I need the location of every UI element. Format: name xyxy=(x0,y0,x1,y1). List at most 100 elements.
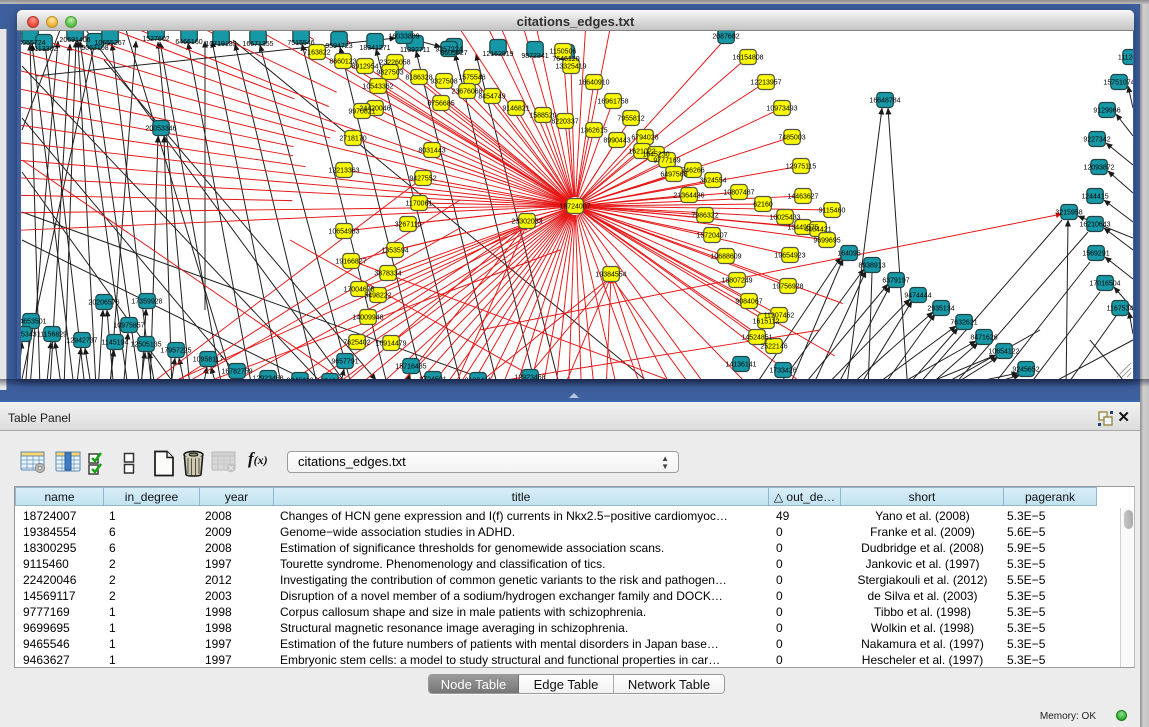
svg-text:17957225: 17957225 xyxy=(160,348,191,355)
svg-text:9872341: 9872341 xyxy=(521,53,548,60)
svg-text:1575546: 1575546 xyxy=(458,75,485,82)
svg-text:8031443: 8031443 xyxy=(418,148,445,155)
svg-text:12942737: 12942737 xyxy=(66,338,97,345)
svg-text:8220337: 8220337 xyxy=(551,119,578,126)
svg-text:10807487: 10807487 xyxy=(723,190,754,197)
svg-text:6756685: 6756685 xyxy=(427,101,454,108)
svg-text:15751074: 15751074 xyxy=(1103,80,1133,87)
svg-text:16648784: 16648784 xyxy=(869,98,900,105)
svg-text:10654122: 10654122 xyxy=(988,349,1019,356)
svg-text:18724007: 18724007 xyxy=(559,204,590,211)
svg-text:10719185: 10719185 xyxy=(205,41,236,48)
svg-text:17359928: 17359928 xyxy=(131,299,162,306)
svg-text:1145194: 1145194 xyxy=(102,340,129,347)
svg-text:7485003: 7485003 xyxy=(778,135,805,142)
svg-text:8938913: 8938913 xyxy=(858,263,885,270)
svg-text:7955812: 7955812 xyxy=(617,116,644,123)
svg-text:9777169: 9777169 xyxy=(653,158,680,165)
svg-text:16210643: 16210643 xyxy=(1079,222,1110,229)
svg-text:2113302: 2113302 xyxy=(31,46,58,53)
svg-text:8186328: 8186328 xyxy=(405,75,432,82)
svg-text:12975115: 12975115 xyxy=(786,164,817,171)
svg-text:7646120: 7646120 xyxy=(552,56,579,63)
svg-text:10654983: 10654983 xyxy=(328,229,359,236)
svg-text:10543362: 10543362 xyxy=(362,84,393,91)
svg-text:1353594: 1353594 xyxy=(381,248,408,255)
svg-text:9245652: 9245652 xyxy=(1012,367,1039,374)
svg-text:16961758: 16961758 xyxy=(597,99,628,106)
svg-text:8454749: 8454749 xyxy=(478,94,505,101)
svg-text:16671355: 16671355 xyxy=(242,41,273,48)
svg-text:16782759: 16782759 xyxy=(221,369,252,376)
svg-text:9227342: 9227342 xyxy=(1083,137,1110,144)
svg-text:9970821: 9970821 xyxy=(348,109,375,116)
svg-text:10975857: 10975857 xyxy=(113,323,144,330)
svg-text:14524851: 14524851 xyxy=(741,335,772,342)
svg-text:18807249: 18807249 xyxy=(721,278,752,285)
svg-text:6379197: 6379197 xyxy=(882,278,909,285)
svg-text:1615112: 1615112 xyxy=(753,319,780,326)
svg-text:9084067: 9084067 xyxy=(735,299,762,306)
svg-text:5498222: 5498222 xyxy=(364,293,391,300)
svg-text:1569291: 1569291 xyxy=(1082,251,1109,258)
svg-text:3624554: 3624554 xyxy=(699,178,726,185)
svg-text:20691406: 20691406 xyxy=(59,37,90,44)
svg-text:8912954: 8912954 xyxy=(351,64,378,71)
svg-text:7632621: 7632621 xyxy=(950,320,977,327)
svg-text:1150506: 1150506 xyxy=(550,49,577,56)
svg-text:2718170: 2718170 xyxy=(339,136,366,143)
svg-text:9357224: 9357224 xyxy=(435,47,462,54)
svg-text:19384554: 19384554 xyxy=(595,272,626,279)
svg-text:6466160: 6466160 xyxy=(175,39,202,46)
svg-text:19654923: 19654923 xyxy=(774,253,805,260)
svg-text:6497568: 6497568 xyxy=(660,172,687,179)
svg-text:10025433: 10025433 xyxy=(769,215,800,222)
svg-text:1112042: 1112042 xyxy=(1118,55,1133,62)
svg-text:6794028: 6794028 xyxy=(631,135,658,142)
svg-text:9146821: 9146821 xyxy=(502,106,529,113)
svg-text:1362615: 1362615 xyxy=(580,128,607,135)
svg-text:14653501: 14653501 xyxy=(21,319,47,326)
svg-text:23302033: 23302033 xyxy=(511,219,542,226)
svg-text:12213957: 12213957 xyxy=(750,80,781,87)
svg-text:16914479: 16914479 xyxy=(375,341,406,348)
svg-text:9427552: 9427552 xyxy=(409,176,436,183)
svg-text:8471626: 8471626 xyxy=(970,335,997,342)
svg-text:10688609: 10688609 xyxy=(710,254,741,261)
svg-text:21364436: 21364436 xyxy=(673,193,704,200)
svg-text:7986322: 7986322 xyxy=(691,213,718,220)
svg-text:18341271: 18341271 xyxy=(359,45,390,52)
svg-text:16154808: 16154808 xyxy=(732,55,763,62)
svg-text:15716485: 15716485 xyxy=(395,364,426,371)
svg-text:19166827: 19166827 xyxy=(335,259,366,266)
svg-text:14136141: 14136141 xyxy=(725,362,756,369)
svg-text:9115460: 9115460 xyxy=(819,208,846,215)
svg-text:10973493: 10973493 xyxy=(766,106,797,113)
svg-text:1527602: 1527602 xyxy=(142,36,169,43)
svg-text:15720407: 15720407 xyxy=(696,233,727,240)
svg-text:13325419: 13325419 xyxy=(555,64,586,71)
svg-text:3267110: 3267110 xyxy=(395,222,422,229)
svg-text:20206576: 20206576 xyxy=(88,300,119,307)
svg-text:62160: 62160 xyxy=(753,202,773,209)
svg-text:14009948: 14009948 xyxy=(352,315,383,322)
svg-text:14463627: 14463627 xyxy=(787,194,818,201)
svg-text:9474444: 9474444 xyxy=(904,293,931,300)
svg-text:12162919: 12162919 xyxy=(482,51,513,58)
svg-text:18640910: 18640910 xyxy=(578,80,609,87)
svg-text:164095: 164095 xyxy=(837,251,860,258)
svg-text:2935134: 2935134 xyxy=(927,306,954,313)
svg-text:4484421: 4484421 xyxy=(804,227,831,234)
svg-text:12093872: 12093872 xyxy=(1083,165,1114,172)
svg-text:1170061: 1170061 xyxy=(406,201,433,208)
svg-text:9657791: 9657791 xyxy=(331,359,358,366)
svg-text:2087682: 2087682 xyxy=(712,34,739,41)
svg-text:7625402: 7625402 xyxy=(343,340,370,347)
svg-text:7515546: 7515546 xyxy=(287,40,314,47)
svg-text:1167534: 1167534 xyxy=(1107,306,1133,313)
svg-text:2522146: 2522146 xyxy=(760,344,787,351)
svg-text:9827503: 9827503 xyxy=(376,70,403,77)
svg-text:9699695: 9699695 xyxy=(813,238,840,245)
svg-text:16033809: 16033809 xyxy=(388,34,419,41)
svg-text:1244415: 1244415 xyxy=(1081,194,1108,201)
